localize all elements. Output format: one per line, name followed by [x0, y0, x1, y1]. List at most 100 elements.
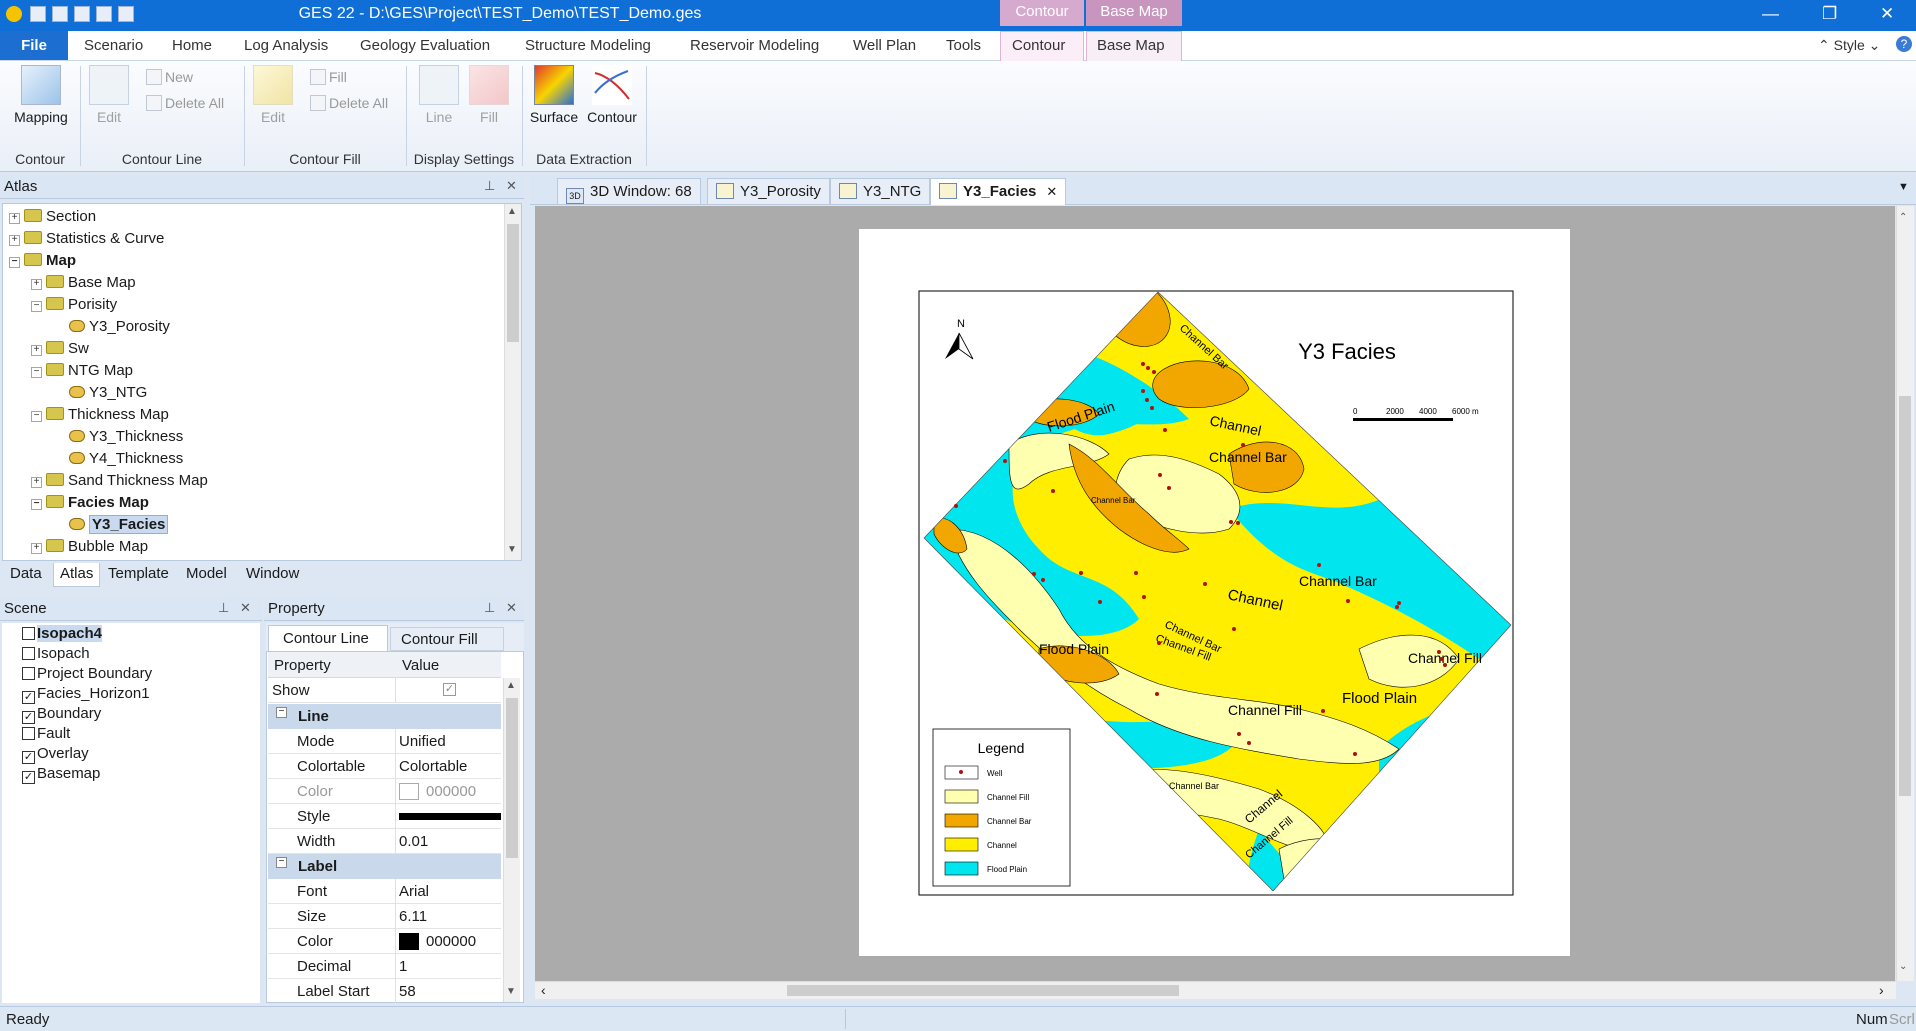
- close-icon[interactable]: ✕: [506, 600, 517, 616]
- canvas-vscroll[interactable]: ⌃ ⌄: [1896, 206, 1914, 981]
- prop-show[interactable]: Show ✓: [268, 678, 501, 703]
- surface-button[interactable]: Surface: [526, 65, 582, 125]
- pin-icon[interactable]: ⊥: [484, 178, 495, 194]
- tree-item-porisity[interactable]: − Porisity: [31, 296, 117, 318]
- collapse-icon[interactable]: −: [276, 707, 287, 718]
- checkbox-checked[interactable]: ✓: [22, 771, 35, 784]
- scroll-up-icon[interactable]: ▲: [506, 680, 516, 691]
- tree-item-section[interactable]: + Section: [9, 208, 96, 230]
- fill-delete-all-button[interactable]: Delete All: [310, 95, 388, 111]
- tree-item-y4-thickness[interactable]: Y4_Thickness: [69, 450, 183, 472]
- doc-tab-y3-ntg[interactable]: Y3_NTG: [830, 178, 931, 204]
- prop-size[interactable]: Size 6.11: [268, 904, 501, 929]
- mapping-button[interactable]: Mapping: [6, 65, 76, 125]
- tab-contour-line[interactable]: Contour Line: [268, 625, 388, 651]
- pin-icon[interactable]: ⊥: [218, 600, 229, 616]
- display-fill-button[interactable]: Fill: [466, 65, 512, 125]
- tab-atlas[interactable]: Atlas: [53, 563, 101, 587]
- expand-icon[interactable]: +: [31, 477, 42, 488]
- line-edit-button[interactable]: Edit: [86, 65, 132, 125]
- tree-item-ntg-map[interactable]: − NTG Map: [31, 362, 133, 384]
- atlas-scrollbar[interactable]: ▲ ▼: [504, 204, 521, 560]
- restore-button[interactable]: ❐: [1822, 4, 1837, 24]
- close-icon[interactable]: ✕: [506, 178, 517, 194]
- close-icon[interactable]: ✕: [240, 600, 251, 616]
- tree-item-bubble-map[interactable]: + Bubble Map: [31, 538, 148, 560]
- tree-item-statistics[interactable]: + Statistics & Curve: [9, 230, 164, 252]
- scroll-up-icon[interactable]: ⌃: [1899, 212, 1907, 223]
- checkbox[interactable]: [22, 667, 35, 680]
- file-menu-button[interactable]: File: [0, 31, 68, 60]
- scroll-down-icon[interactable]: ▼: [506, 986, 516, 997]
- tab-contour-fill[interactable]: Contour Fill: [390, 627, 504, 651]
- collapse-icon[interactable]: −: [31, 301, 42, 312]
- checkbox-checked[interactable]: ✓: [22, 691, 35, 704]
- pin-icon[interactable]: ⊥: [484, 600, 495, 616]
- menu-structure-modeling[interactable]: Structure Modeling: [525, 37, 651, 54]
- line-new-button[interactable]: New: [146, 69, 193, 85]
- scroll-down-icon[interactable]: ⌄: [1899, 961, 1907, 972]
- scene-item-overlay[interactable]: ✓ Overlay: [22, 745, 89, 764]
- scene-item-basemap[interactable]: ✓ Basemap: [22, 765, 100, 784]
- cat-line[interactable]: − Line: [268, 704, 501, 729]
- collapse-icon[interactable]: −: [9, 257, 20, 268]
- prop-colortable[interactable]: Colortable Colortable: [268, 754, 501, 779]
- scroll-left-icon[interactable]: ‹: [541, 982, 546, 998]
- menu-scenario[interactable]: Scenario: [84, 37, 143, 54]
- close-tab-icon[interactable]: ✕: [1046, 184, 1057, 199]
- tree-item-base-map[interactable]: + Base Map: [31, 274, 136, 296]
- prop-font[interactable]: Font Arial: [268, 879, 501, 904]
- fill-fill-button[interactable]: Fill: [310, 69, 347, 85]
- show-checkbox[interactable]: ✓: [443, 683, 456, 696]
- menu-log-analysis[interactable]: Log Analysis: [244, 37, 328, 54]
- scene-item-boundary[interactable]: ✓ Boundary: [22, 705, 101, 724]
- expand-icon[interactable]: +: [9, 235, 20, 246]
- expand-icon[interactable]: +: [31, 345, 42, 356]
- menu-base-map[interactable]: Base Map: [1097, 37, 1165, 54]
- menu-well-plan[interactable]: Well Plan: [853, 37, 916, 54]
- checkbox[interactable]: [22, 727, 35, 740]
- scroll-thumb[interactable]: [787, 985, 1179, 996]
- property-scrollbar[interactable]: ▲ ▼: [503, 678, 520, 1002]
- tree-item-y3-thickness[interactable]: Y3_Thickness: [69, 428, 183, 450]
- tree-item-sw[interactable]: + Sw: [31, 340, 89, 362]
- collapse-icon[interactable]: −: [276, 857, 287, 868]
- prop-label-color[interactable]: Color 000000: [268, 929, 501, 954]
- expand-icon[interactable]: +: [31, 543, 42, 554]
- prop-color[interactable]: Color 000000: [268, 779, 501, 804]
- line-delete-all-button[interactable]: Delete All: [146, 95, 224, 111]
- tree-item-facies-map[interactable]: − Facies Map: [31, 494, 149, 516]
- contour-button[interactable]: Contour: [582, 65, 642, 125]
- doc-tab-y3-facies[interactable]: Y3_Facies ✕: [930, 178, 1067, 205]
- help-icon[interactable]: ?: [1896, 36, 1912, 52]
- canvas-hscroll[interactable]: ‹ ›: [535, 981, 1896, 999]
- prop-decimal[interactable]: Decimal 1: [268, 954, 501, 979]
- tree-item-sand-thickness[interactable]: + Sand Thickness Map: [31, 472, 208, 494]
- prop-mode[interactable]: Mode Unified: [268, 729, 501, 754]
- checkbox-checked[interactable]: ✓: [22, 751, 35, 764]
- tree-item-map[interactable]: − Map: [9, 252, 76, 274]
- tree-item-y3-facies[interactable]: Y3_Facies: [69, 515, 169, 538]
- scene-item-isopach4[interactable]: Isopach4: [22, 625, 103, 642]
- cat-label[interactable]: − Label: [268, 854, 501, 879]
- menu-geology-evaluation[interactable]: Geology Evaluation: [360, 37, 490, 54]
- expand-icon[interactable]: +: [9, 213, 20, 224]
- prop-style[interactable]: Style: [268, 804, 501, 829]
- collapse-icon[interactable]: −: [31, 499, 42, 510]
- prop-width[interactable]: Width 0.01: [268, 829, 501, 854]
- tab-data[interactable]: Data: [4, 563, 48, 587]
- scroll-thumb[interactable]: [507, 224, 519, 342]
- tab-template[interactable]: Template: [102, 563, 175, 587]
- display-line-button[interactable]: Line: [416, 65, 462, 125]
- scene-item-isopach[interactable]: Isopach: [22, 645, 90, 662]
- color-swatch[interactable]: [399, 933, 419, 950]
- checkbox-checked[interactable]: ✓: [22, 711, 35, 724]
- minimize-button[interactable]: —: [1762, 4, 1779, 24]
- scroll-down-icon[interactable]: ▼: [507, 544, 517, 555]
- scene-item-fault[interactable]: Fault: [22, 725, 70, 742]
- tab-list-dropdown-icon[interactable]: ▼: [1898, 181, 1909, 193]
- tree-item-thickness-map[interactable]: − Thickness Map: [31, 406, 169, 428]
- close-button[interactable]: ✕: [1880, 4, 1894, 24]
- fill-edit-button[interactable]: Edit: [250, 65, 296, 125]
- collapse-icon[interactable]: −: [31, 367, 42, 378]
